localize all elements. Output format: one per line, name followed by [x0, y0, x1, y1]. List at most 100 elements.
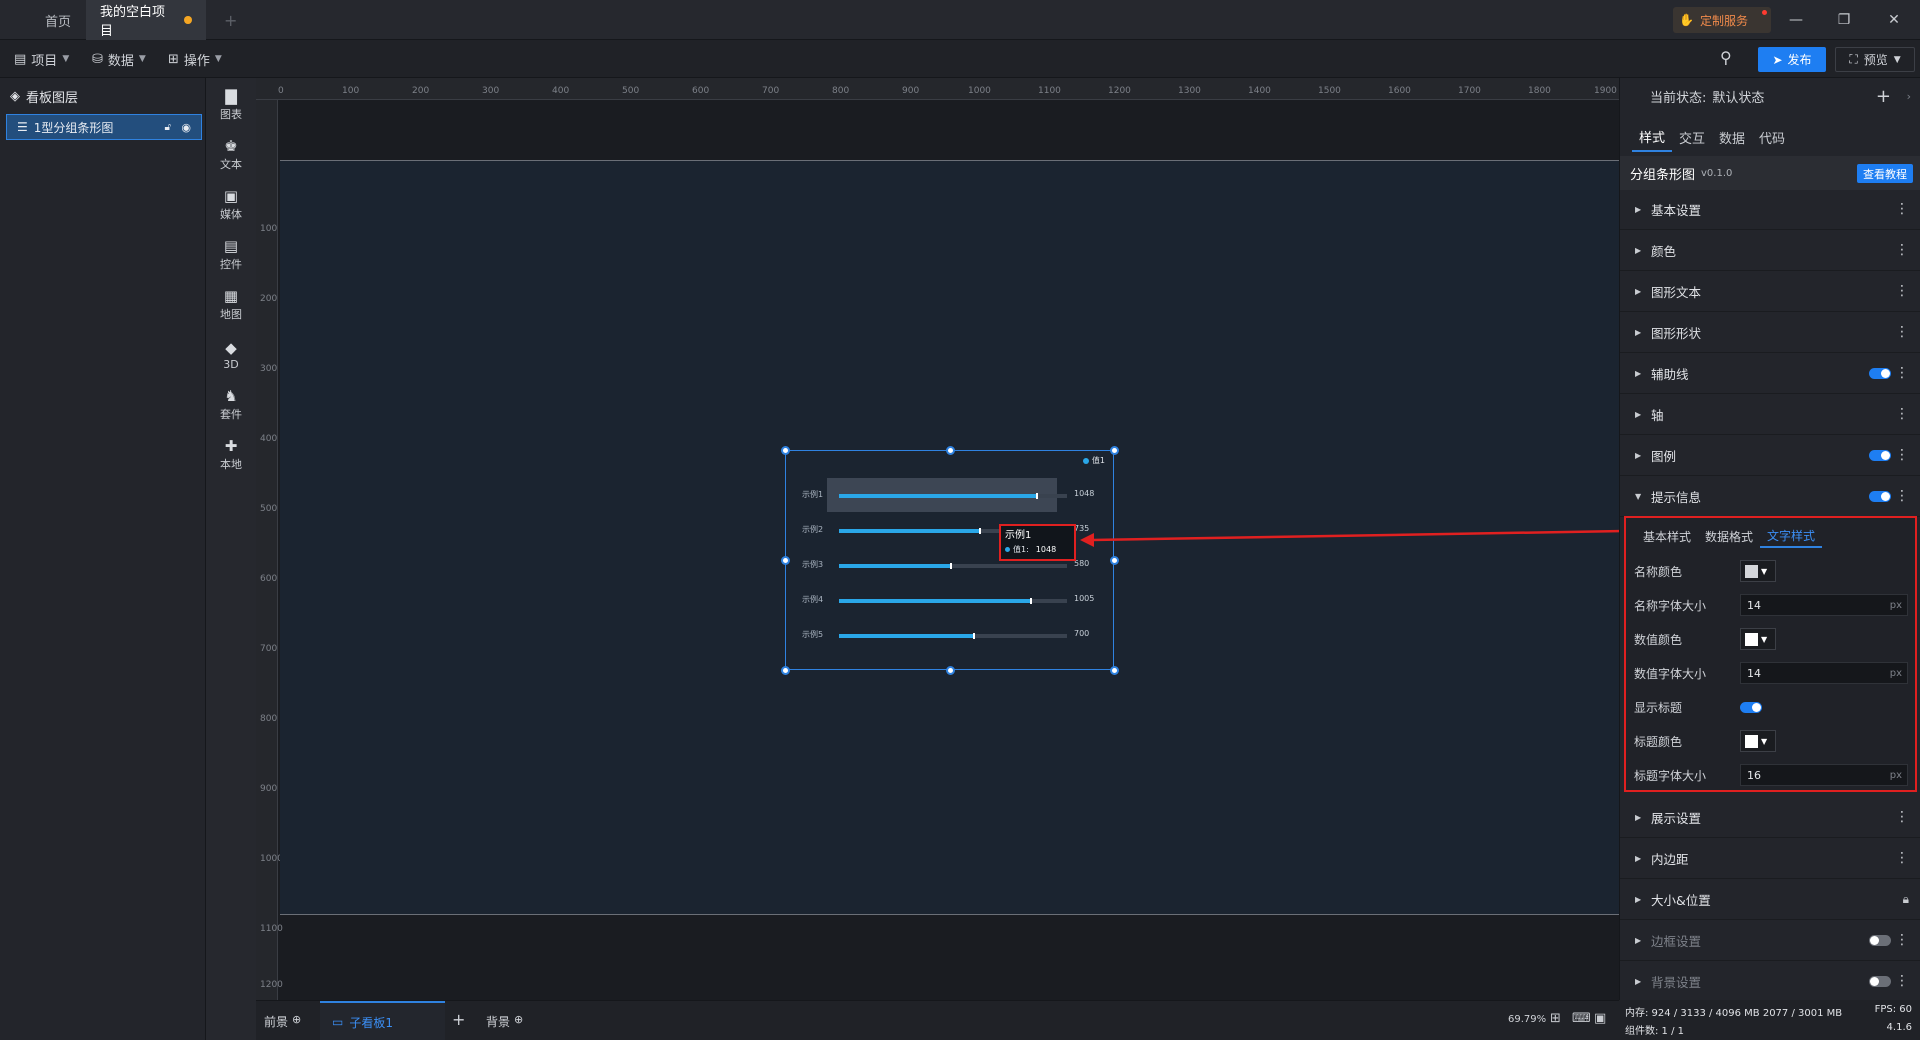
tab-code[interactable]: 代码 — [1752, 122, 1792, 152]
title-font-size-input[interactable]: 16 px — [1740, 764, 1908, 786]
value-color-picker[interactable]: ▼ — [1740, 628, 1776, 650]
tool-map[interactable]: ▦ 地图 — [206, 282, 256, 328]
border-toggle[interactable] — [1869, 935, 1891, 946]
resize-handle[interactable] — [1110, 666, 1119, 675]
section-border[interactable]: ▶ 边框设置 ⋮ — [1620, 921, 1920, 961]
more-icon[interactable]: ⋮ — [1895, 810, 1909, 824]
name-color-picker[interactable]: ▼ — [1740, 560, 1776, 582]
restore-button[interactable]: ❐ — [1822, 0, 1866, 40]
layer-item[interactable]: ☰ 1型分组条形图 🔓︎ ◉ — [6, 114, 202, 140]
menu-project[interactable]: ▤ 项目 ▼ — [14, 40, 69, 78]
cube-icon: ◆ — [225, 338, 237, 357]
tab-project[interactable]: 我的空白项目 — [86, 0, 206, 40]
section-color[interactable]: ▶ 颜色 ⋮ — [1620, 231, 1920, 271]
section-guideline[interactable]: ▶ 辅助线 ⋮ — [1620, 354, 1920, 394]
tool-3d[interactable]: ◆ 3D — [206, 332, 256, 378]
chart-legend[interactable]: 值1 — [1082, 455, 1105, 466]
more-icon[interactable]: ⋮ — [1895, 284, 1909, 298]
chevron-right-icon[interactable]: › — [1907, 90, 1911, 103]
section-basic[interactable]: ▶ 基本设置 ⋮ — [1620, 190, 1920, 230]
tooltip-toggle[interactable] — [1869, 491, 1891, 502]
add-circle-icon[interactable]: ⊕ — [292, 1013, 301, 1030]
tool-chart[interactable]: ▇ 图表 — [206, 82, 256, 128]
resize-handle[interactable] — [1110, 446, 1119, 455]
close-button[interactable]: ✕ — [1872, 0, 1916, 40]
tab-interaction[interactable]: 交互 — [1672, 122, 1712, 152]
more-icon[interactable]: ⋮ — [1895, 974, 1909, 988]
more-icon[interactable]: ⋮ — [1895, 325, 1909, 339]
subboard-tab[interactable]: ▭ 子看板1 — [320, 1001, 445, 1040]
subtab-text-style[interactable]: 文字样式 — [1760, 524, 1823, 548]
more-icon[interactable]: ⋮ — [1895, 489, 1909, 503]
app-window: 首页 我的空白项目 + ✋ 定制服务 — ❐ ✕ ▤ 项目 ▼ ⛁ 数据 ▼ ⊞ 操作 ▼ … — [0, 0, 1920, 1040]
terminal-icon[interactable]: ▣ — [1594, 1011, 1606, 1026]
value-font-size-input[interactable]: 14 px — [1740, 662, 1908, 684]
more-icon[interactable]: ⋮ — [1895, 448, 1909, 462]
unlock-icon[interactable]: 🔓︎ — [165, 122, 171, 133]
search-icon[interactable]: ⚲ — [1720, 48, 1732, 67]
add-circle-icon[interactable]: ⊕ — [514, 1013, 523, 1030]
resize-handle[interactable] — [781, 556, 790, 565]
fit-screen-icon[interactable]: ⊞ — [1550, 1011, 1561, 1026]
more-icon[interactable]: ⋮ — [1895, 851, 1909, 865]
background-layer-tab[interactable]: 背景 ⊕ — [486, 1013, 523, 1030]
more-icon[interactable]: ⋮ — [1895, 407, 1909, 421]
subtab-basic-style[interactable]: 基本样式 — [1636, 524, 1698, 548]
tool-kit[interactable]: ♞ 套件 — [206, 382, 256, 428]
section-background[interactable]: ▶ 背景设置 ⋮ — [1620, 962, 1920, 1002]
title-color-picker[interactable]: ▼ — [1740, 730, 1776, 752]
section-display[interactable]: ▶ 展示设置 ⋮ — [1620, 798, 1920, 838]
grouped-bar-chart-widget[interactable]: 值1 示例1 1048 示例2 735 示例3 580 示例4 1005 示例5… — [781, 446, 1119, 675]
section-size-position[interactable]: ▶ 大小&位置 🔒︎ — [1620, 880, 1920, 920]
bar-row[interactable]: 示例3 580 — [796, 559, 1096, 573]
resize-handle[interactable] — [781, 446, 790, 455]
section-padding[interactable]: ▶ 内边距 ⋮ — [1620, 839, 1920, 879]
preview-button[interactable]: ⛶ 预览 ▼ — [1835, 47, 1915, 72]
tab-data[interactable]: 数据 — [1712, 122, 1752, 152]
section-tooltip[interactable]: ▼ 提示信息 ⋮ — [1620, 477, 1920, 517]
bar-row[interactable]: 示例1 1048 — [796, 489, 1096, 503]
name-font-size-input[interactable]: 14 px — [1740, 594, 1908, 616]
background-toggle[interactable] — [1869, 976, 1891, 987]
lock-icon[interactable]: 🔒︎ — [1903, 892, 1909, 906]
eye-icon[interactable]: ◉ — [181, 121, 191, 134]
more-icon[interactable]: ⋮ — [1895, 243, 1909, 257]
foreground-layer-tab[interactable]: 前景 ⊕ — [264, 1013, 301, 1030]
more-icon[interactable]: ⋮ — [1895, 202, 1909, 216]
bar-row[interactable]: 示例4 1005 — [796, 594, 1096, 608]
state-value[interactable]: 默认状态 — [1712, 87, 1764, 106]
add-tab-button[interactable]: + — [210, 0, 251, 40]
add-state-button[interactable]: + — [1876, 86, 1891, 107]
bar-row[interactable]: 示例5 700 — [796, 629, 1096, 643]
add-subboard-button[interactable]: + — [452, 1010, 465, 1029]
resize-handle[interactable] — [1110, 556, 1119, 565]
tool-local[interactable]: ✚ 本地 — [206, 432, 256, 478]
publish-button[interactable]: ➤ 发布 — [1758, 47, 1826, 72]
legend-toggle[interactable] — [1869, 450, 1891, 461]
guideline-toggle[interactable] — [1869, 368, 1891, 379]
tutorial-button[interactable]: 查看教程 — [1857, 164, 1913, 183]
zoom-level[interactable]: 69.79% — [1508, 1014, 1546, 1025]
resize-handle[interactable] — [946, 666, 955, 675]
minimize-button[interactable]: — — [1774, 0, 1818, 40]
menu-data[interactable]: ⛁ 数据 ▼ — [92, 40, 146, 78]
more-icon[interactable]: ⋮ — [1895, 366, 1909, 380]
subtab-data-format[interactable]: 数据格式 — [1698, 524, 1760, 548]
more-icon[interactable]: ⋮ — [1895, 933, 1909, 947]
section-legend[interactable]: ▶ 图例 ⋮ — [1620, 436, 1920, 476]
custom-service-button[interactable]: ✋ 定制服务 — [1673, 7, 1771, 33]
tab-style[interactable]: 样式 — [1632, 122, 1673, 152]
keyboard-icon[interactable]: ⌨ — [1572, 1011, 1591, 1026]
tool-media[interactable]: ▣ 媒体 — [206, 182, 256, 228]
resize-handle[interactable] — [946, 446, 955, 455]
tool-control[interactable]: ▤ 控件 — [206, 232, 256, 278]
section-axis[interactable]: ▶ 轴 ⋮ — [1620, 395, 1920, 435]
bar-cap — [1029, 598, 1032, 604]
tool-text[interactable]: ♚ 文本 — [206, 132, 256, 178]
tab-home[interactable]: 首页 — [28, 0, 88, 40]
section-graphic-text[interactable]: ▶ 图形文本 ⋮ — [1620, 272, 1920, 312]
menu-operation[interactable]: ⊞ 操作 ▼ — [168, 40, 222, 78]
resize-handle[interactable] — [781, 666, 790, 675]
section-graphic-shape[interactable]: ▶ 图形形状 ⋮ — [1620, 313, 1920, 353]
show-title-toggle[interactable] — [1740, 702, 1762, 713]
